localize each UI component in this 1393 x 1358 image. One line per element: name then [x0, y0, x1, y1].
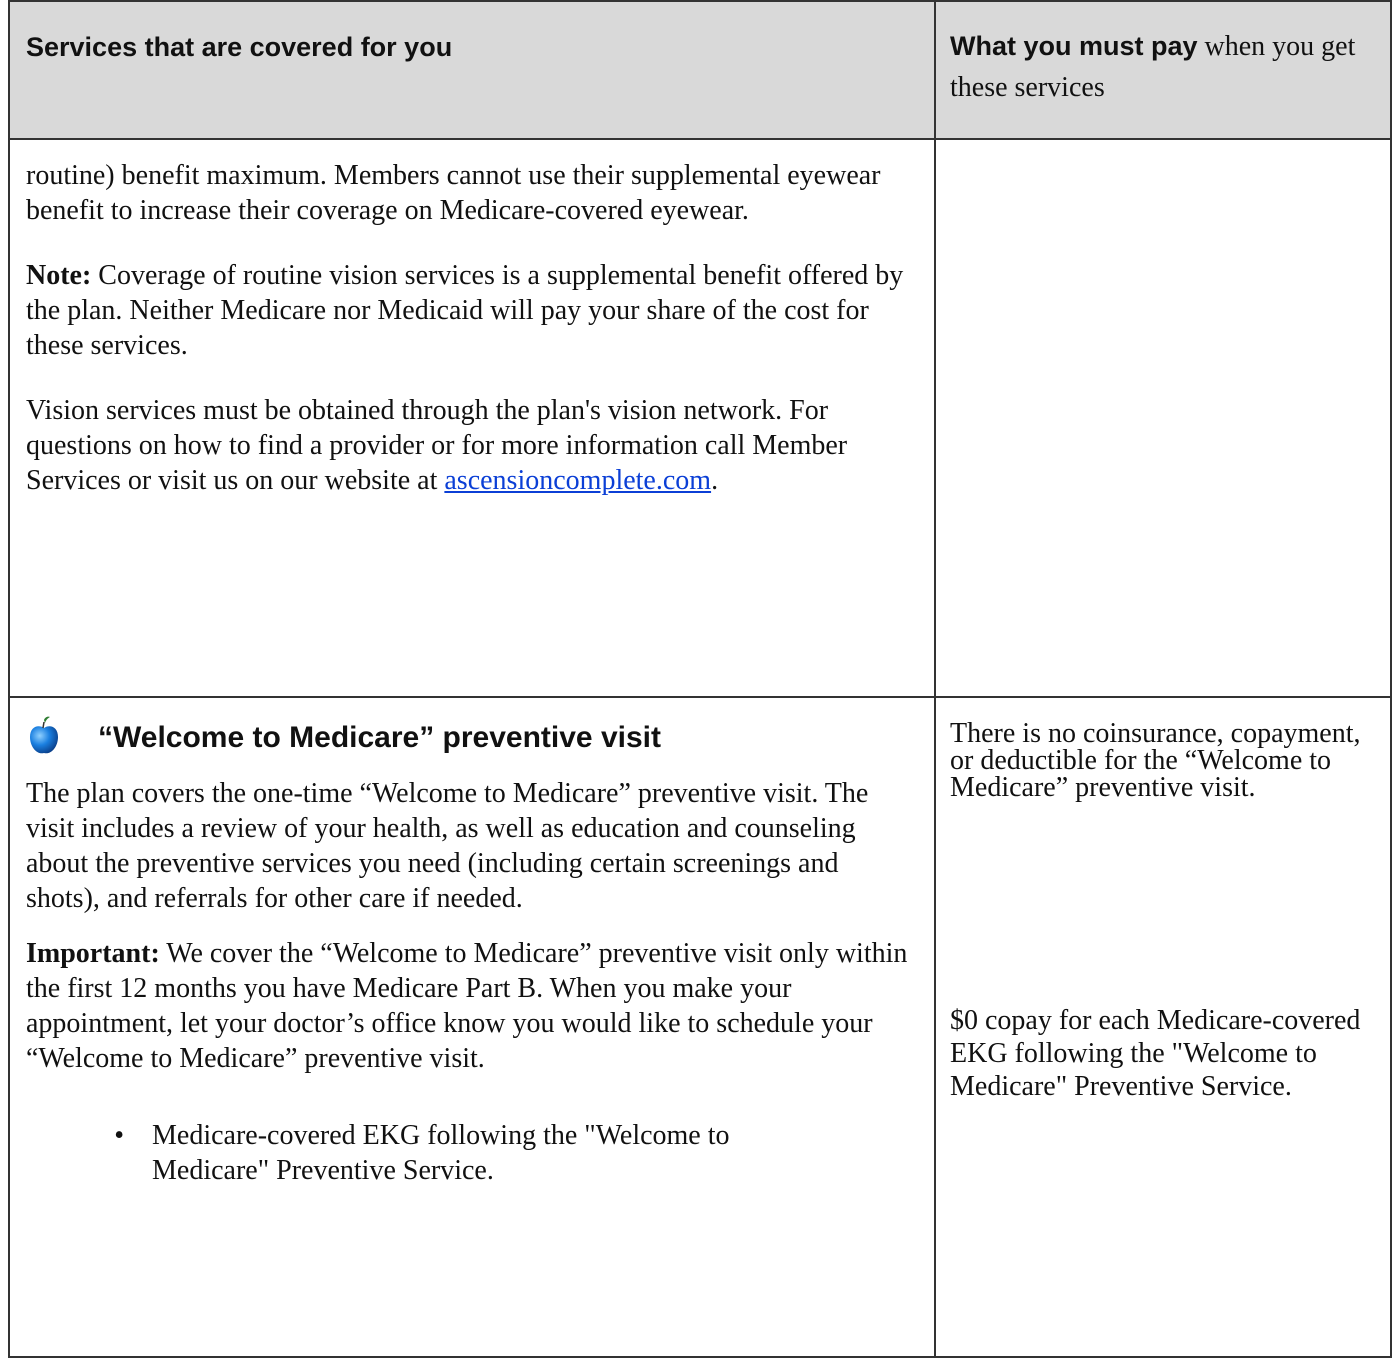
welcome-services-cell: “Welcome to Medicare” preventive visit T… — [8, 696, 936, 1358]
important-label: Important: — [26, 938, 160, 969]
table-row-welcome: “Welcome to Medicare” preventive visit T… — [8, 696, 1392, 1358]
header-pay-cell: What you must pay when you get these ser… — [934, 0, 1392, 140]
header-services-label: Services that are covered for you — [26, 32, 453, 62]
apple-icon — [30, 716, 58, 754]
welcome-description: The plan covers the one-time “Welcome to… — [26, 778, 869, 914]
vision-continued-text: routine) benefit maximum. Members cannot… — [26, 160, 881, 226]
welcome-title-row: “Welcome to Medicare” preventive visit — [26, 716, 914, 756]
header-pay-label: What you must pay when you get these ser… — [936, 2, 1390, 108]
bullet-marker: • — [114, 1120, 124, 1151]
welcome-pay-text: There is no coinsurance, copayment, or d… — [950, 718, 1361, 803]
vision-services-cell: routine) benefit maximum. Members cannot… — [8, 138, 936, 698]
header-services-cell: Services that are covered for you — [8, 0, 936, 140]
welcome-pay-cell: There is no coinsurance, copayment, or d… — [934, 696, 1392, 1358]
benefits-table: Services that are covered for you What y… — [8, 0, 1392, 1358]
vision-network-text: Vision services must be obtained through… — [26, 393, 914, 498]
header-pay-bold: What you must pay — [950, 31, 1198, 61]
website-link[interactable]: ascensioncomplete.com — [444, 465, 711, 496]
welcome-title: “Welcome to Medicare” preventive visit — [98, 721, 661, 754]
welcome-important: Important: We cover the “Welcome to Medi… — [26, 936, 914, 1076]
vision-network-end: . — [711, 465, 719, 496]
vision-pay-cell — [934, 138, 1392, 698]
vision-note-label: Note: — [26, 260, 92, 291]
table-row-vision: routine) benefit maximum. Members cannot… — [8, 138, 1392, 698]
vision-note: Note: Coverage of routine vision service… — [26, 258, 914, 363]
ekg-bullet-text: Medicare-covered EKG following the "Welc… — [152, 1120, 730, 1186]
document-page: Services that are covered for you What y… — [8, 0, 1392, 1358]
vision-note-text: Coverage of routine vision services is a… — [26, 260, 904, 361]
vision-network-body: Vision services must be obtained through… — [26, 395, 848, 496]
table-header-row: Services that are covered for you What y… — [8, 0, 1392, 140]
ekg-pay-text: $0 copay for each Medicare-covered EKG f… — [950, 1005, 1361, 1102]
list-item: • Medicare-covered EKG following the "We… — [26, 1118, 914, 1188]
